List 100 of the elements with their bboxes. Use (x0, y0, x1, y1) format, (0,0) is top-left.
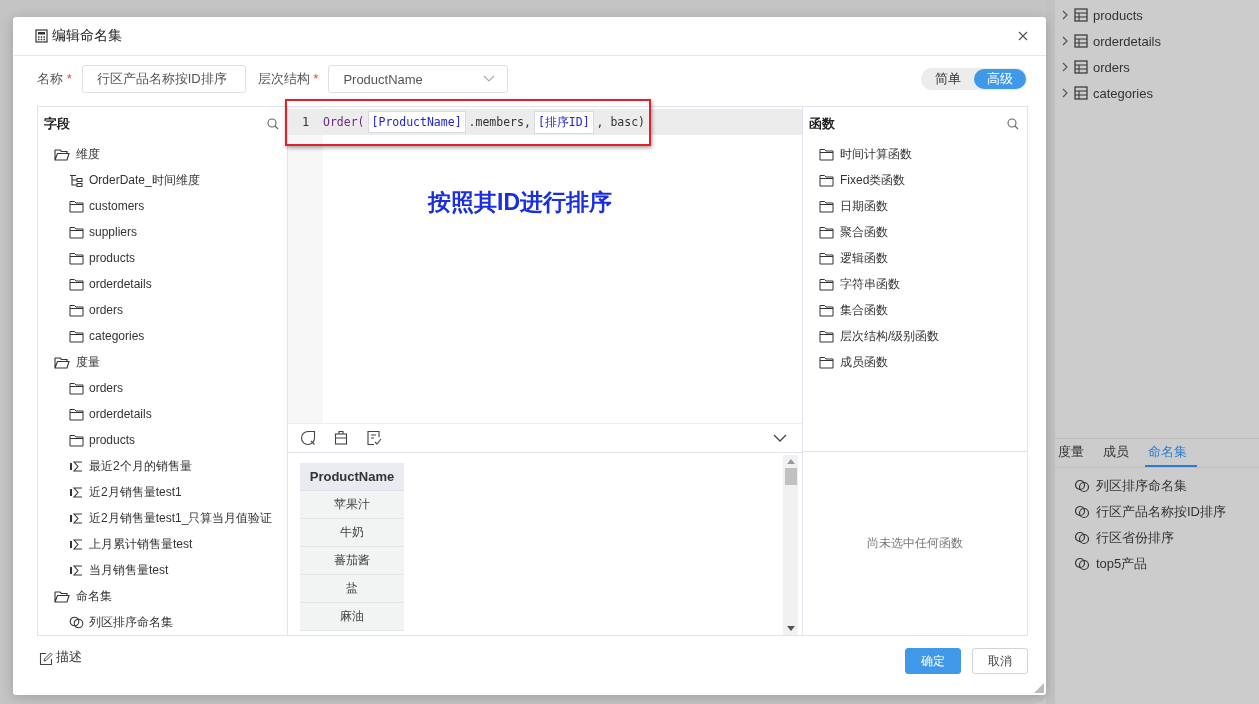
folder-icon (819, 199, 834, 213)
field-label: 层次结构 * (257, 70, 319, 88)
field-reference: [ProductName] (367, 111, 466, 133)
tree-group[interactable]: 度量 (76, 353, 100, 371)
list-item[interactable]: top5产品 (1096, 555, 1148, 573)
line-number: 1 (300, 115, 311, 129)
tree-item[interactable]: orderdetails (89, 277, 152, 291)
field-label: 名称 * (37, 70, 72, 88)
search-icon[interactable] (267, 118, 279, 130)
tree-item[interactable]: products (89, 251, 136, 265)
named-set-icon (1074, 479, 1090, 493)
tree-group[interactable]: 命名集 (76, 587, 112, 605)
tree-item[interactable]: suppliers (89, 225, 138, 239)
tree-item[interactable]: orderdetails (1093, 33, 1161, 49)
sigma-icon (69, 511, 84, 525)
function-category[interactable]: 字符串函数 (840, 275, 900, 293)
mode-option[interactable]: 简单 (922, 69, 974, 89)
named-set-icon (1074, 557, 1090, 571)
scrollbar-thumb[interactable] (784, 468, 797, 485)
tree-item[interactable]: customers (89, 199, 145, 213)
function-category[interactable]: 逻辑函数 (840, 249, 888, 267)
tree-item[interactable]: 当月销售量test (89, 561, 169, 579)
describe-link[interactable]: 描述 (56, 648, 82, 666)
chevron-right-icon[interactable] (1061, 36, 1069, 46)
empty-message: 尚未选中任何函数 (867, 535, 963, 552)
folder-icon (819, 225, 834, 239)
folder-icon (69, 433, 84, 447)
table-icon (1074, 86, 1088, 100)
tree-item[interactable]: products (89, 433, 136, 447)
folder-icon (69, 329, 84, 343)
open-folder-icon[interactable] (54, 355, 70, 369)
tree-item[interactable]: 最近2个月的销售量 (89, 457, 192, 475)
tree-item[interactable]: 近2月销售量test1_只算当月值验证 (89, 509, 273, 527)
chevron-right-icon[interactable] (1061, 62, 1069, 72)
tree-item[interactable]: OrderDate_时间维度 (89, 171, 200, 189)
folder-icon (69, 199, 84, 213)
folder-icon (819, 277, 834, 291)
open-folder-icon[interactable] (54, 147, 70, 161)
tree-item[interactable]: categories (1093, 85, 1153, 101)
tree-item[interactable]: categories (89, 329, 145, 343)
resize-grip-icon[interactable] (1034, 683, 1044, 693)
sigma-icon (69, 459, 84, 473)
folder-icon (819, 173, 834, 187)
function-category[interactable]: 日期函数 (840, 197, 888, 215)
tree-group[interactable]: 维度 (76, 145, 100, 163)
edit-icon[interactable] (39, 652, 53, 666)
table-icon (1074, 8, 1088, 22)
code-text: , basc) (596, 115, 646, 129)
tab[interactable]: 度量 (1055, 439, 1094, 467)
table-cell: 麻油 (300, 602, 404, 631)
named-set-icon (1074, 505, 1090, 519)
column-header: ProductName (300, 463, 404, 491)
code-text: Order( (323, 115, 365, 129)
table-icon (1074, 34, 1088, 48)
chevron-down-icon[interactable] (773, 434, 787, 442)
tree-item[interactable]: orderdetails (89, 407, 152, 421)
search-icon[interactable] (1007, 118, 1019, 130)
function-category[interactable]: 聚合函数 (840, 223, 888, 241)
function-category[interactable]: 时间计算函数 (840, 145, 912, 163)
tree-item[interactable]: orders (89, 303, 123, 317)
list-item[interactable]: 行区产品名称按ID排序 (1096, 503, 1226, 521)
clear-icon[interactable] (333, 430, 349, 446)
tree-item[interactable]: 近2月销售量test1 (89, 483, 182, 501)
hierarchy-icon (69, 173, 84, 187)
panel-title: 字段 (44, 115, 70, 133)
cancel-button[interactable]: 取消 (972, 648, 1028, 674)
list-item[interactable]: 列区排序命名集 (1096, 477, 1187, 495)
folder-icon (819, 303, 834, 317)
tree-item[interactable]: orders (89, 381, 123, 395)
annotation-text: 按照其ID进行排序 (428, 188, 612, 217)
scroll-up-icon[interactable] (786, 459, 795, 464)
function-category[interactable]: Fixed类函数 (840, 171, 906, 189)
validate-icon[interactable] (366, 430, 382, 446)
close-icon[interactable] (1018, 31, 1028, 41)
tree-item[interactable]: products (1093, 7, 1143, 23)
tree-item[interactable]: orders (1093, 59, 1130, 75)
tree-item[interactable]: 上月累计销售量test (89, 535, 193, 553)
folder-icon (69, 303, 84, 317)
preview-icon[interactable] (300, 430, 316, 446)
tree-item[interactable]: 列区排序命名集 (89, 613, 173, 631)
scroll-down-icon[interactable] (786, 626, 795, 631)
list-item[interactable]: 行区省份排序 (1096, 529, 1174, 547)
table-cell: 蕃茄酱 (300, 546, 404, 575)
folder-icon (69, 407, 84, 421)
hierarchy-select[interactable]: ProductName (328, 65, 509, 93)
chevron-right-icon[interactable] (1061, 10, 1069, 20)
folder-icon (69, 251, 84, 265)
folder-icon (819, 329, 834, 343)
folder-icon (69, 225, 84, 239)
sigma-icon (69, 537, 84, 551)
function-category[interactable]: 成员函数 (840, 353, 888, 371)
chevron-right-icon[interactable] (1061, 88, 1069, 98)
scrollbar[interactable] (783, 455, 798, 635)
calculator-icon (35, 29, 48, 43)
function-category[interactable]: 集合函数 (840, 301, 888, 319)
tab[interactable]: 成员 (1100, 439, 1139, 467)
sigma-icon (69, 485, 84, 499)
open-folder-icon[interactable] (54, 589, 70, 603)
function-category[interactable]: 层次结构/级别函数 (840, 327, 940, 345)
name-field[interactable]: 行区产品名称按ID排序 (81, 65, 246, 93)
